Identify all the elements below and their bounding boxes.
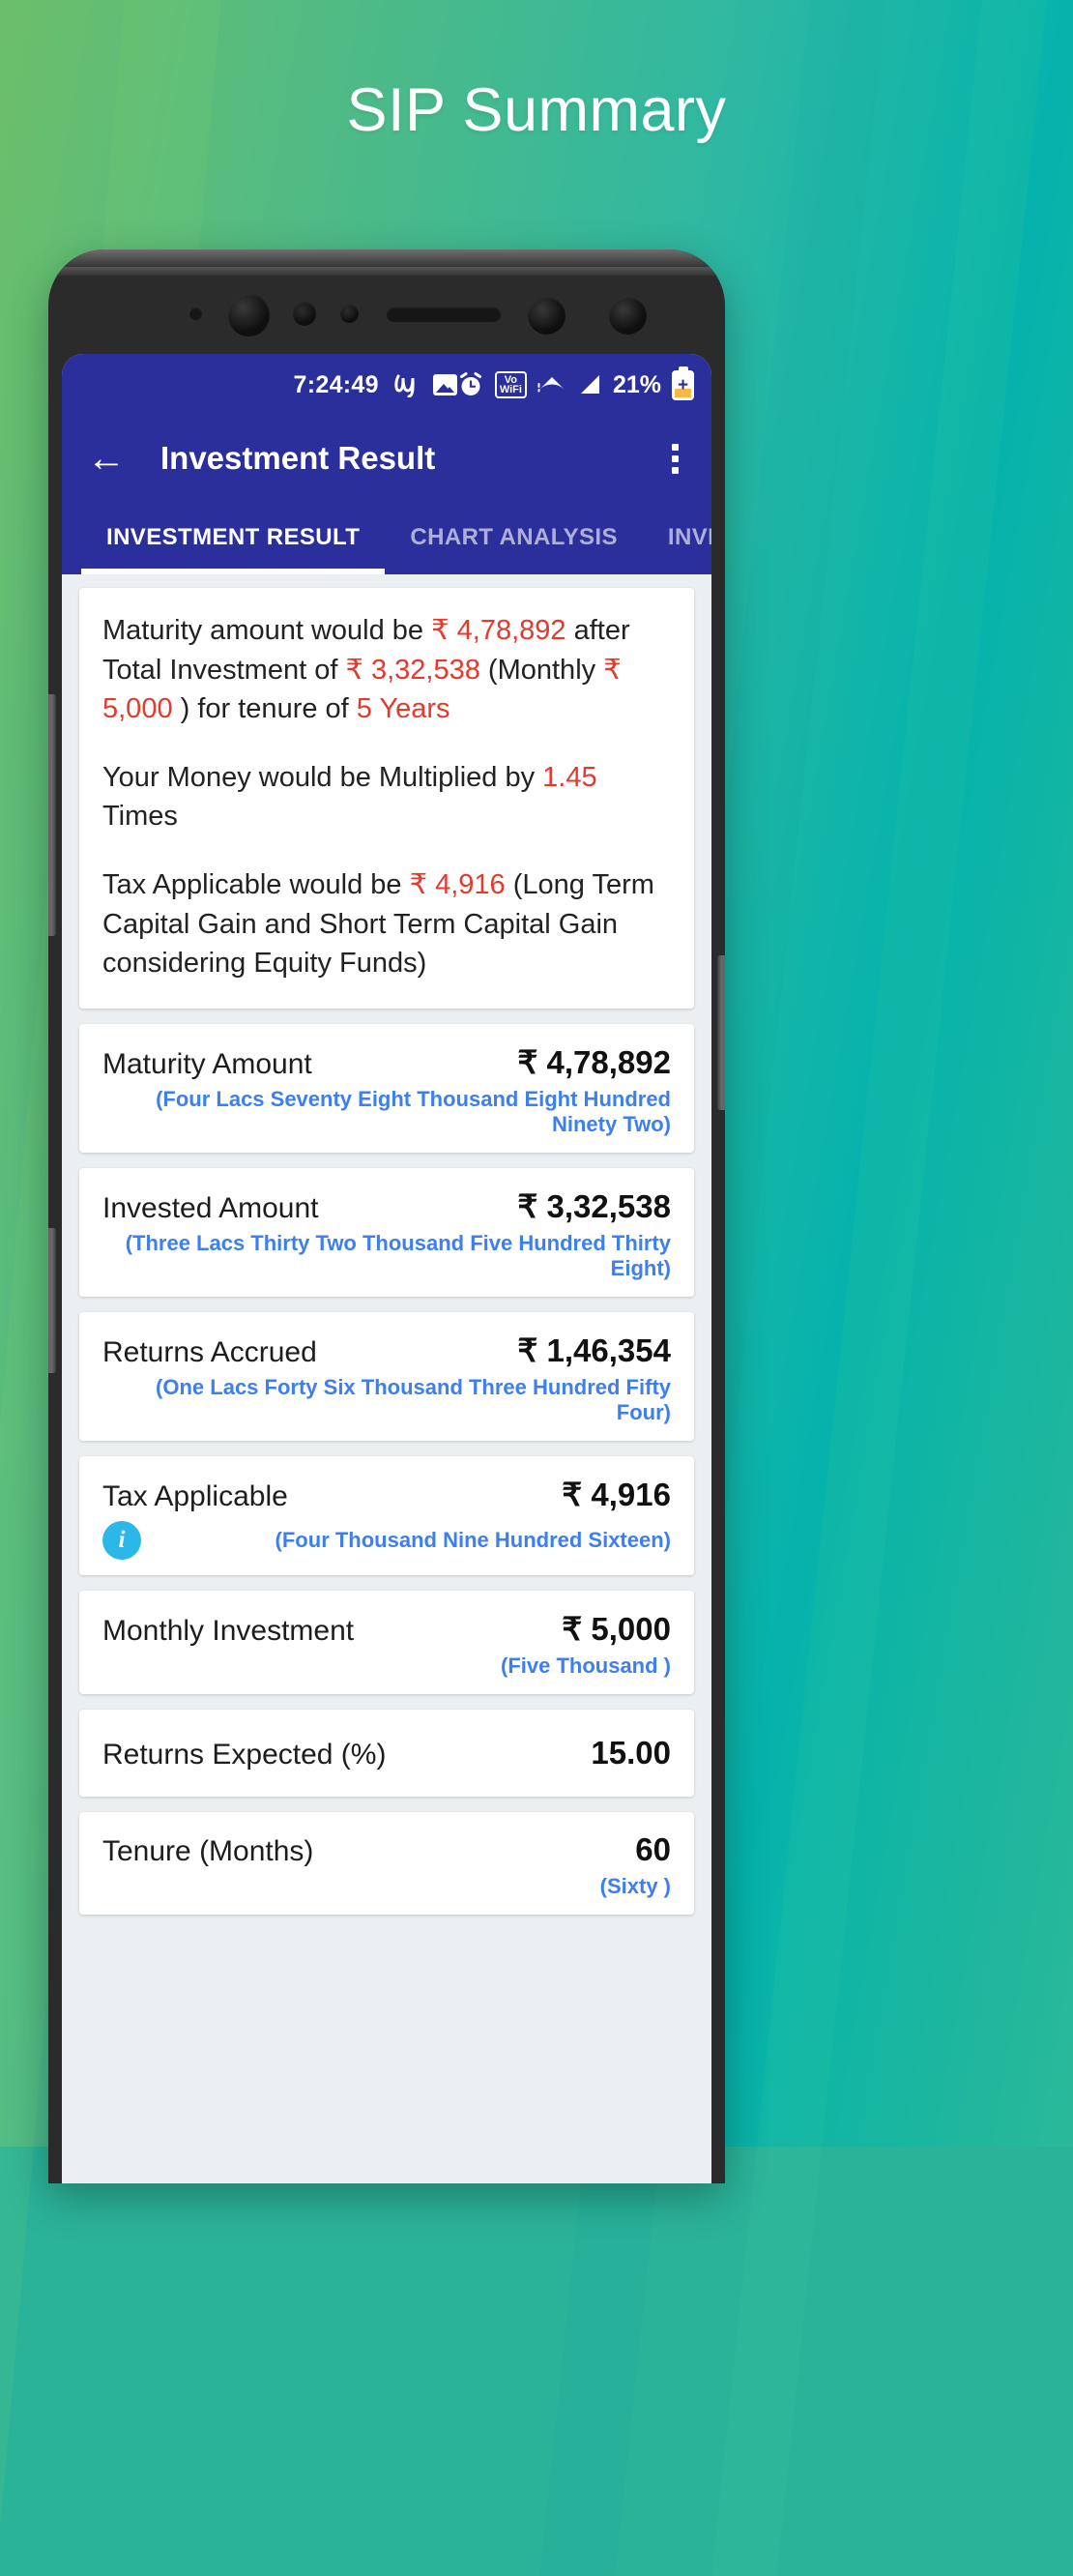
right-side-button[interactable] bbox=[717, 955, 725, 1110]
row-words-wrap: i (Four Thousand Nine Hundred Sixteen) bbox=[102, 1520, 671, 1560]
row-returns-accrued[interactable]: Returns Accrued ₹ 1,46,354 (One Lacs For… bbox=[79, 1311, 694, 1441]
row-value: ₹ 4,916 bbox=[562, 1476, 671, 1512]
row-invested-amount[interactable]: Invested Amount ₹ 3,32,538 (Three Lacs T… bbox=[79, 1167, 694, 1297]
row-words: (Sixty ) bbox=[599, 1873, 671, 1898]
summary-paragraph-tax: Tax Applicable would be ₹ 4,916 (Long Te… bbox=[102, 865, 671, 983]
row-value: ₹ 4,78,892 bbox=[517, 1043, 671, 1080]
row-top: Maturity Amount ₹ 4,78,892 bbox=[102, 1043, 671, 1081]
row-returns-expected[interactable]: Returns Expected (%) 15.00 bbox=[79, 1709, 694, 1797]
proximity-sensor-icon bbox=[189, 307, 202, 320]
battery-percent-label: 21% bbox=[612, 370, 661, 398]
row-words: (One Lacs Forty Six Thousand Three Hundr… bbox=[156, 1374, 671, 1424]
row-tenure-months[interactable]: Tenure (Months) 60 (Sixty ) bbox=[79, 1811, 694, 1915]
row-tax-applicable[interactable]: Tax Applicable ₹ 4,916 i (Four Thousand … bbox=[79, 1455, 694, 1575]
summary-highlight-maturity: ₹ 4,78,892 bbox=[431, 615, 566, 646]
summary-highlight-tax: ₹ 4,916 bbox=[409, 868, 506, 900]
row-label: Monthly Investment bbox=[102, 1614, 355, 1647]
app-bar-title: Investment Result bbox=[160, 440, 436, 476]
tab-chart-analysis[interactable]: CHART ANALYSIS bbox=[385, 501, 643, 574]
row-label: Tenure (Months) bbox=[102, 1834, 314, 1867]
info-icon[interactable]: i bbox=[102, 1520, 141, 1560]
row-label: Returns Accrued bbox=[102, 1335, 317, 1368]
front-camera-icon bbox=[228, 294, 270, 337]
summary-text-1a: Maturity amount would be bbox=[102, 615, 432, 646]
vowifi-line2: WiFi bbox=[499, 384, 522, 395]
summary-text-2a: Your Money would be Multiplied by bbox=[102, 761, 543, 793]
secondary-sensor-icon bbox=[528, 297, 566, 335]
summary-paragraph-maturity: Maturity amount would be ₹ 4,78,892 afte… bbox=[102, 611, 671, 729]
status-bar: 7:24:49 Vo WiFi 21% + bbox=[62, 354, 711, 416]
row-top: Returns Accrued ₹ 1,46,354 bbox=[102, 1332, 671, 1369]
power-button[interactable] bbox=[48, 1228, 56, 1373]
tab-bar: INVESTMENT RESULT CHART ANALYSIS INVESTM… bbox=[62, 501, 711, 574]
phone-top-bezel bbox=[48, 273, 725, 354]
tab-investment-growth[interactable]: INVESTMEN bbox=[643, 501, 711, 574]
status-clock: 7:24:49 bbox=[293, 370, 379, 398]
summary-highlight-multiplier: 1.45 bbox=[542, 761, 597, 793]
battery-icon: + bbox=[672, 369, 694, 400]
phone-mockup: 7:24:49 Vo WiFi 21% + ← Investment Resul… bbox=[48, 249, 725, 2183]
earpiece-speaker-icon bbox=[387, 307, 501, 322]
row-label: Returns Expected (%) bbox=[102, 1738, 387, 1771]
tab-content: Maturity amount would be ₹ 4,78,892 afte… bbox=[62, 574, 711, 2183]
row-top: Returns Expected (%) 15.00 bbox=[102, 1729, 671, 1781]
row-value: 15.00 bbox=[591, 1734, 671, 1771]
row-maturity-amount[interactable]: Maturity Amount ₹ 4,78,892 (Four Lacs Se… bbox=[79, 1023, 694, 1153]
phone-screen: 7:24:49 Vo WiFi 21% + ← Investment Resul… bbox=[62, 354, 711, 2183]
tab-investment-result[interactable]: INVESTMENT RESULT bbox=[81, 501, 386, 574]
image-icon bbox=[432, 374, 457, 395]
summary-text-1c: (Monthly bbox=[479, 654, 604, 686]
row-words: (Four Thousand Nine Hundred Sixteen) bbox=[275, 1527, 671, 1552]
row-words: (Five Thousand ) bbox=[501, 1653, 671, 1678]
background-streak-right bbox=[711, 0, 1070, 2576]
wifi-icon bbox=[537, 373, 566, 396]
volume-button[interactable] bbox=[48, 694, 56, 936]
alarm-icon bbox=[457, 371, 484, 398]
row-words: (Three Lacs Thirty Two Thousand Five Hun… bbox=[125, 1230, 671, 1280]
row-top: Tax Applicable ₹ 4,916 bbox=[102, 1476, 671, 1513]
row-value: ₹ 1,46,354 bbox=[517, 1332, 671, 1368]
back-arrow-icon[interactable]: ← bbox=[87, 439, 131, 478]
led-indicator-icon bbox=[609, 297, 647, 335]
page-title: SIP Summary bbox=[346, 76, 727, 144]
row-value: 60 bbox=[635, 1830, 671, 1867]
summary-paragraph-multiplier: Your Money would be Multiplied by 1.45 T… bbox=[102, 758, 671, 836]
status-bar-center: 7:24:49 bbox=[294, 371, 457, 399]
cellular-signal-icon bbox=[577, 373, 602, 396]
status-bar-right: Vo WiFi 21% + bbox=[457, 369, 694, 400]
summary-text-3a: Tax Applicable would be bbox=[102, 868, 410, 900]
summary-highlight-invested: ₹ 3,32,538 bbox=[345, 654, 480, 686]
light-sensor-icon bbox=[340, 305, 359, 323]
phone-top-edge bbox=[48, 249, 725, 269]
iris-sensor-icon bbox=[293, 302, 316, 326]
row-top: Monthly Investment ₹ 5,000 bbox=[102, 1610, 671, 1648]
row-monthly-investment[interactable]: Monthly Investment ₹ 5,000 (Five Thousan… bbox=[79, 1590, 694, 1694]
summary-text-2b: Times bbox=[102, 801, 178, 833]
summary-highlight-tenure: 5 Years bbox=[356, 693, 450, 725]
row-label: Invested Amount bbox=[102, 1191, 319, 1224]
vowifi-icon: Vo WiFi bbox=[494, 371, 527, 398]
summary-text-1d: ) for tenure of bbox=[172, 693, 357, 725]
row-value: ₹ 5,000 bbox=[562, 1610, 671, 1647]
row-label: Maturity Amount bbox=[102, 1047, 312, 1080]
summary-card: Maturity amount would be ₹ 4,78,892 afte… bbox=[79, 588, 694, 1009]
handwriting-icon bbox=[392, 372, 420, 397]
app-bar: ← Investment Result bbox=[62, 416, 711, 501]
row-words: (Four Lacs Seventy Eight Thousand Eight … bbox=[156, 1086, 671, 1136]
row-top: Invested Amount ₹ 3,32,538 bbox=[102, 1187, 671, 1225]
overflow-menu-icon[interactable] bbox=[664, 438, 686, 480]
row-label: Tax Applicable bbox=[102, 1479, 288, 1512]
row-top: Tenure (Months) 60 bbox=[102, 1831, 671, 1868]
battery-plus-label: + bbox=[677, 374, 689, 395]
row-value: ₹ 3,32,538 bbox=[517, 1187, 671, 1224]
